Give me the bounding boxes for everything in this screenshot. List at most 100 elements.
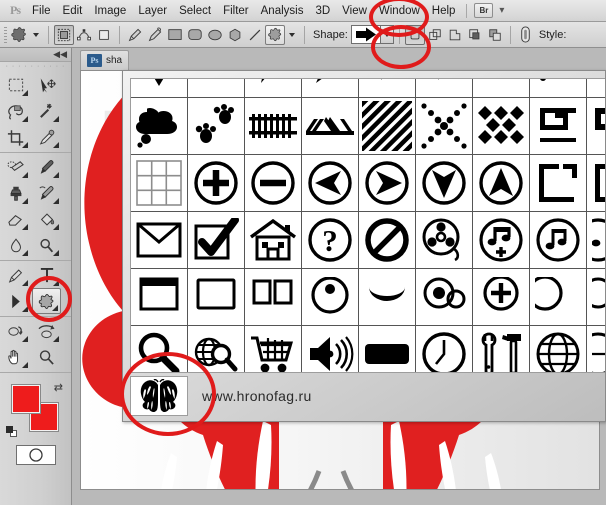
rectangle-tool-icon[interactable] (165, 25, 185, 45)
menu-item-help[interactable]: Help (426, 2, 462, 20)
shape-cell-speech-bubble-oval[interactable] (302, 79, 359, 98)
brush-tool[interactable] (32, 154, 61, 180)
shape-cell-plus-badge-circle[interactable] (473, 269, 530, 326)
path-selection-tool[interactable] (1, 288, 30, 314)
foreground-color-swatch[interactable] (12, 385, 40, 413)
shape-cell-clock[interactable] (416, 326, 473, 372)
shape-tool-chevron-down-icon[interactable] (289, 32, 295, 37)
ellipse-tool-icon[interactable] (205, 25, 225, 45)
path-op-subtract-button[interactable] (445, 25, 465, 45)
shape-cell-speaker-volume[interactable] (302, 326, 359, 372)
shape-cell-blank-page[interactable] (188, 269, 245, 326)
menu-item-filter[interactable]: Filter (217, 2, 255, 20)
shape-cell-arrow-right-circle[interactable] (359, 155, 416, 212)
shape-cell-film-reel[interactable] (416, 212, 473, 269)
shape-cell-speech-bubble-pointed[interactable] (245, 79, 302, 98)
shape-picker-dropdown-button[interactable] (380, 25, 394, 44)
shape-cell-speech-bubble-tail[interactable] (359, 79, 416, 98)
shape-cell-zigzag-banner[interactable] (302, 98, 359, 155)
options-bar-grip[interactable] (2, 25, 9, 45)
shape-cell-arrow-left-circle[interactable] (302, 155, 359, 212)
paint-bucket-tool[interactable] (32, 206, 61, 232)
default-colors-icon[interactable] (6, 426, 17, 437)
menu-item-image[interactable]: Image (88, 2, 132, 20)
quick-mask-button[interactable] (15, 445, 56, 465)
line-tool-icon[interactable] (245, 25, 265, 45)
shape-cell-checkbox-checked[interactable] (188, 212, 245, 269)
menu-item-analysis[interactable]: Analysis (255, 2, 310, 20)
shape-cell-speech-bubble-plain[interactable] (416, 79, 473, 98)
shape-cell-no-entry[interactable] (359, 212, 416, 269)
move-tool[interactable] (32, 72, 61, 98)
shape-cell-speech-bubble-partial[interactable] (587, 79, 605, 98)
lasso-tool[interactable] (1, 98, 30, 124)
path-op-exclude-button[interactable] (485, 25, 505, 45)
dodge-tool[interactable] (32, 232, 61, 258)
shape-cell-note-partial[interactable] (587, 212, 605, 269)
blur-tool[interactable] (1, 232, 30, 258)
polygon-tool-icon[interactable] (225, 25, 245, 45)
magic-wand-tool[interactable] (32, 98, 61, 124)
shape-cell-crescent[interactable] (359, 269, 416, 326)
shape-cell-paw-prints[interactable] (188, 98, 245, 155)
path-op-add-button[interactable] (425, 25, 445, 45)
shape-cell-thought-cloud[interactable] (131, 98, 188, 155)
shape-cell-ornament-partial[interactable] (587, 98, 605, 155)
menu-item-window[interactable]: Window (373, 2, 426, 20)
custom-shape-tool[interactable] (32, 288, 61, 314)
rectangular-marquee-tool[interactable] (1, 72, 30, 98)
document-tab[interactable]: Ps sha (80, 50, 130, 70)
shape-cell-railroad-track[interactable] (245, 98, 302, 155)
mode-paths-button[interactable] (74, 25, 94, 45)
menu-item-edit[interactable]: Edit (57, 2, 89, 20)
3d-orbit-tool[interactable] (32, 318, 61, 344)
tools-panel-grip[interactable]: · · · · · · · · · · (0, 62, 71, 71)
tool-preset-chevron-down-icon[interactable] (33, 32, 39, 37)
tools-panel-collapse-button[interactable]: ◀◀ (0, 48, 71, 62)
hand-tool[interactable] (1, 344, 30, 370)
custom-shape-picker-panel[interactable]: AK SDK (122, 70, 606, 422)
shape-cell-circle-partial[interactable] (530, 269, 587, 326)
shape-thumbnail[interactable] (350, 25, 381, 44)
custom-shape-tool-preset-icon[interactable] (9, 25, 29, 45)
shape-cell-clock-small-circle[interactable] (416, 269, 473, 326)
shape-grid-container[interactable]: AK SDK (130, 78, 605, 373)
freeform-pen-tool-icon[interactable] (145, 25, 165, 45)
shape-cell-arrow-up-circle[interactable] (473, 155, 530, 212)
menu-item-view[interactable]: View (336, 2, 373, 20)
mode-shape-layers-button[interactable] (54, 24, 74, 45)
shape-cell-globe-partial[interactable] (587, 326, 605, 372)
shape-cell-speech-bubble-square-1[interactable] (131, 79, 188, 98)
shape-cell-record-circle[interactable] (302, 269, 359, 326)
shape-cell-shopping-cart[interactable] (245, 326, 302, 372)
shape-cell-document-page[interactable] (131, 269, 188, 326)
shape-cell-minus-circle[interactable] (245, 155, 302, 212)
path-op-new-shape-button[interactable] (404, 24, 425, 45)
shape-cell-question-circle[interactable]: ? (302, 212, 359, 269)
shape-cell-bracket-partial[interactable] (587, 155, 605, 212)
crop-tool[interactable] (1, 124, 30, 150)
shape-cell-dotted-x[interactable] (416, 98, 473, 155)
zoom-tool[interactable] (32, 344, 61, 370)
history-brush-tool[interactable] (32, 180, 61, 206)
shape-cell-music-note-add-circle[interactable] (473, 212, 530, 269)
shape-grid[interactable]: ? (131, 79, 605, 372)
shape-cell-greek-key-corner[interactable] (530, 98, 587, 155)
shape-cell-butterfly[interactable] (130, 376, 188, 416)
path-op-intersect-button[interactable] (465, 25, 485, 45)
clone-stamp-tool[interactable] (1, 180, 30, 206)
workspace-chevron-icon[interactable]: ▾ (499, 5, 504, 16)
shape-cell-house[interactable] (245, 212, 302, 269)
menu-item-file[interactable]: File (26, 2, 57, 20)
custom-shape-tool-icon[interactable] (265, 24, 285, 45)
shape-cell-wrench-hammer[interactable] (473, 326, 530, 372)
shape-cell-rounded-bar[interactable] (359, 326, 416, 372)
pen-tool-icon[interactable] (125, 25, 145, 45)
shape-cell-magnifier[interactable] (131, 326, 188, 372)
pen-tool[interactable] (1, 262, 30, 288)
rounded-rectangle-tool-icon[interactable] (185, 25, 205, 45)
menu-item-select[interactable]: Select (173, 2, 217, 20)
shape-cell-music-note-circle[interactable] (530, 212, 587, 269)
shape-cell-speech-bubble-left[interactable] (473, 79, 530, 98)
shape-cell-envelope[interactable] (131, 212, 188, 269)
